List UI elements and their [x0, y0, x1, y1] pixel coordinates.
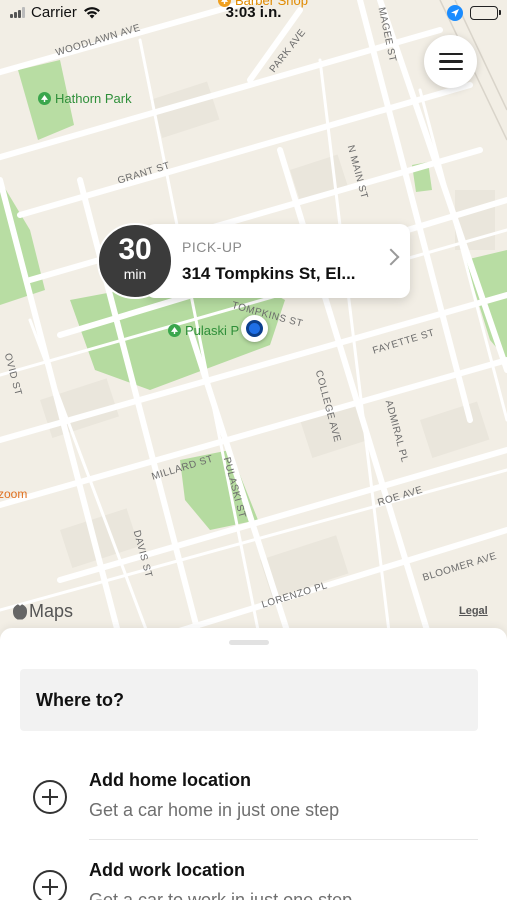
maps-attribution: Maps	[29, 601, 74, 621]
divider	[89, 839, 478, 840]
pickup-pin-icon[interactable]	[241, 315, 268, 342]
poi-hathorn-park[interactable]: Hathorn Park	[38, 91, 132, 106]
shortcut-title: Add home location	[89, 770, 251, 790]
status-bar-right	[447, 5, 501, 21]
eta-value: 30	[118, 233, 152, 266]
drag-handle[interactable]	[229, 640, 269, 645]
add-work-location-button[interactable]: Add work location Get a car to work in j…	[0, 848, 507, 900]
clock: 3:03 i.n.	[225, 4, 282, 21]
pickup-callout[interactable]: PICK-UP 314 Tompkins St, El...	[145, 224, 410, 298]
poi-zoom[interactable]: zoom	[0, 487, 27, 501]
eta-badge: 30 min	[97, 223, 173, 299]
poi-label: Hathorn Park	[55, 91, 132, 106]
poi-label: zoom	[0, 487, 28, 501]
status-bar: Carrier 3:03 i.n.	[0, 0, 507, 28]
park-icon	[168, 324, 181, 337]
pickup-label: PICK-UP	[182, 239, 243, 255]
hamburger-icon-bar	[438, 52, 463, 56]
poi-label: Pulaski P	[185, 323, 240, 338]
shortcut-subtitle: Get a car to work in just one step	[89, 890, 353, 900]
add-home-location-button[interactable]: Add home location Get a car home in just…	[0, 758, 507, 838]
eta-unit: min	[123, 266, 147, 282]
shortcut-title: Add work location	[89, 860, 246, 880]
hamburger-icon-bar	[438, 67, 463, 71]
add-circle-icon	[33, 780, 67, 814]
destination-search-input[interactable]: Where to?	[20, 669, 478, 731]
battery-icon	[470, 6, 501, 20]
menu-button[interactable]	[424, 35, 477, 88]
apple-icon	[13, 604, 27, 620]
apple-maps-logo: Maps	[13, 601, 73, 622]
shortcut-subtitle: Get a car home in just one step	[89, 800, 340, 820]
search-placeholder: Where to?	[36, 690, 124, 710]
legal-link[interactable]: Legal	[459, 605, 488, 617]
park-icon	[38, 92, 51, 105]
location-services-icon	[447, 5, 463, 21]
chevron-right-icon	[382, 248, 400, 266]
add-circle-icon	[33, 870, 67, 900]
hamburger-icon-bar	[438, 60, 463, 63]
bottom-sheet: Where to? Add home location Get a car ho…	[0, 628, 507, 900]
poi-pulaski-park[interactable]: Pulaski P	[168, 323, 239, 338]
pickup-address: 314 Tompkins St, El...	[182, 264, 356, 283]
